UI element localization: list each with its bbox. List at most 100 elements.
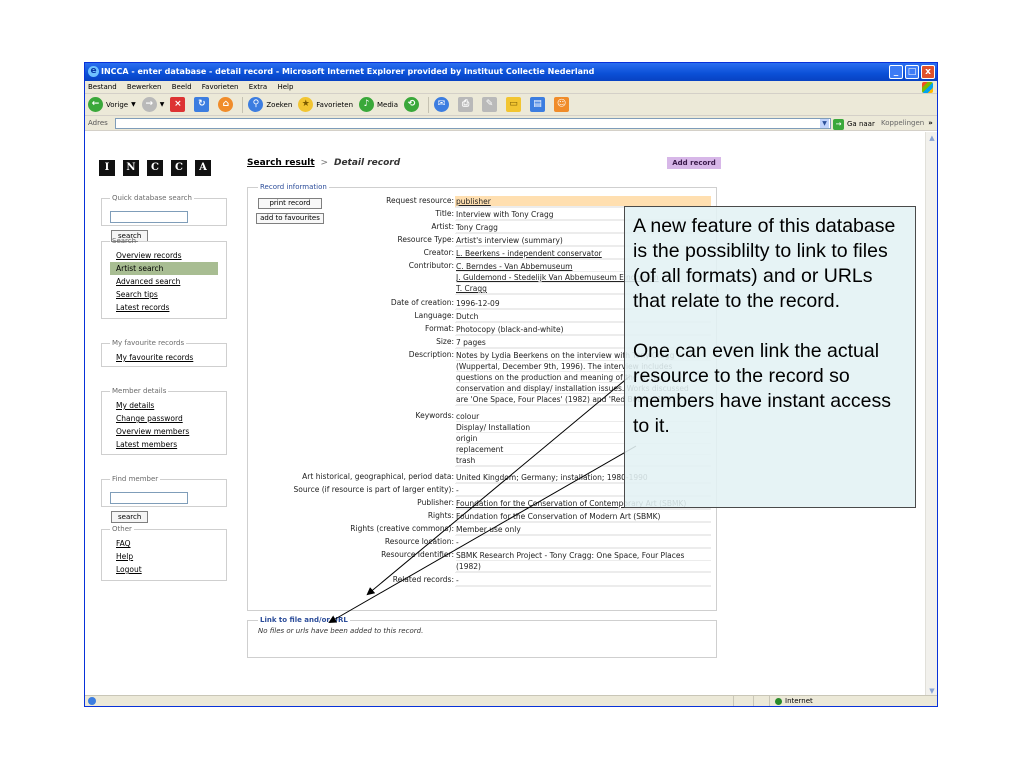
record-field-label: Title: [435,209,454,218]
history-button[interactable]: ⟲ [404,97,422,112]
record-field-label: Rights (creative commons): [350,524,454,533]
other-box: Other FAQ Help Logout [101,525,227,581]
no-files-message: No files or urls have been added to this… [258,627,424,635]
record-field-value: - [455,537,711,549]
discuss-icon: ▤ [530,97,546,112]
links-button[interactable]: Koppelingen» [881,116,933,131]
incca-logo: I N C C A [99,160,211,176]
record-field-value: Foundation for the Conservation of Moder… [455,511,711,523]
member-details-box: Member details My details Change passwor… [101,387,227,455]
link-file-url-legend: Link to file and/or URL [258,616,350,624]
ie-icon: e [88,66,99,77]
printer-icon: ⎙ [458,97,474,112]
search-icon: ⚲ [248,97,264,112]
edit-button[interactable]: ✎ [482,97,500,112]
menu-help[interactable]: Help [277,83,293,91]
breadcrumb-separator: > [320,158,329,168]
maximize-button[interactable]: □ [905,65,919,79]
record-field-label: Description: [408,350,454,359]
sidebar-item-overview-records[interactable]: Overview records [110,249,218,262]
logo-letter: A [195,160,211,176]
record-field-label: Rights: [427,511,454,520]
sidebar-item-overview-members[interactable]: Overview members [110,425,218,438]
menu-favorieten[interactable]: Favorieten [202,83,239,91]
sidebar-item-my-favourite-records[interactable]: My favourite records [110,351,218,364]
page-title: Detail record [333,158,401,168]
sidebar-item-change-password[interactable]: Change password [110,412,218,425]
link-file-url-box: Link to file and/or URL No files or urls… [247,616,717,658]
sidebar-item-faq[interactable]: FAQ [110,537,218,550]
sidebar-item-my-details[interactable]: My details [110,399,218,412]
record-field-label: Keywords: [415,411,454,420]
forward-button[interactable]: → ▼ [141,97,165,112]
minimize-button[interactable]: _ [889,65,903,79]
breadcrumb-search-result[interactable]: Search result [247,158,315,168]
stop-button[interactable]: × [170,97,188,112]
find-member-input[interactable] [110,491,188,504]
record-value-line: Member use only [456,524,711,535]
callout-paragraph: One can even link the actual resource to… [633,340,891,437]
security-zone: Internet [773,696,813,706]
other-list: FAQ Help Logout [110,537,218,576]
find-member-button[interactable]: search [111,510,149,523]
favorites-button[interactable]: ★ Favorieten [298,97,353,112]
status-separator [753,696,754,706]
sidebar-item-logout[interactable]: Logout [110,563,218,576]
record-field-label: Resource location: [384,537,454,546]
address-input[interactable] [115,118,831,129]
member-details-legend: Member details [112,387,167,395]
sidebar-item-latest-records[interactable]: Latest records [110,301,218,314]
vertical-scrollbar[interactable]: ▲ ▼ [925,132,937,697]
quick-search-box: Quick database search search [101,194,227,242]
annotation-callout: A new feature of this database is the po… [624,206,916,508]
search-nav-list: Overview records Artist search Advanced se… [110,249,218,314]
folder-button[interactable]: ▭ [506,97,524,112]
back-button[interactable]: ← Vorige ▼ [88,97,136,112]
sidebar-item-search-tips[interactable]: Search tips [110,288,218,301]
record-field-value: SBMK Research Project - Tony Cragg: One … [455,550,711,573]
menu-extra[interactable]: Extra [249,83,267,91]
record-field-label: Request resource: [386,196,454,205]
status-bar: Internet [85,695,937,706]
status-separator [769,696,770,706]
sidebar-item-artist-search[interactable]: Artist search [110,262,218,275]
add-to-favourites-button[interactable]: add to favourites [256,213,324,224]
record-field-label: Format: [425,324,454,333]
back-arrow-icon: ← [88,97,103,112]
windows-logo-icon [922,82,933,93]
menu-bestand[interactable]: Bestand [88,83,117,91]
print-record-button[interactable]: print record [258,198,322,209]
forward-dropdown-icon[interactable]: ▼ [160,101,165,108]
menu-bewerken[interactable]: Bewerken [127,83,162,91]
stop-icon: × [170,97,186,112]
mail-button[interactable]: ✉ [434,97,452,112]
close-button[interactable]: x [921,65,935,79]
messenger-button[interactable]: ☺ [554,97,572,112]
menu-beeld[interactable]: Beeld [172,83,192,91]
record-value-line: - [456,537,711,548]
print-button[interactable]: ⎙ [458,97,476,112]
toolbar: ← Vorige ▼ → ▼ × ↻ ⌂ ⚲ Zoeken ★ Favoriet… [85,94,937,116]
sidebar-item-help[interactable]: Help [110,550,218,563]
refresh-button[interactable]: ↻ [194,97,212,112]
media-button[interactable]: ♪ Media [359,97,398,112]
find-member-box: Find member search [101,475,227,523]
address-label: Adres [88,119,108,127]
search-label: Zoeken [266,100,293,109]
search-button[interactable]: ⚲ Zoeken [248,97,292,112]
home-button[interactable]: ⌂ [218,97,236,112]
window-title: INCCA - enter database - detail record -… [101,67,595,76]
record-field-label: Artist: [431,222,454,231]
add-record-button[interactable]: Add record [667,157,721,169]
callout-paragraph: A new feature of this database is the po… [633,215,896,312]
sidebar-item-advanced-search[interactable]: Advanced search [110,275,218,288]
scroll-up-icon[interactable]: ▲ [927,133,937,143]
discuss-button[interactable]: ▤ [530,97,548,112]
sidebar-item-latest-members[interactable]: Latest members [110,438,218,451]
mail-icon: ✉ [434,97,450,112]
address-dropdown-icon[interactable]: ▼ [820,119,829,128]
go-button[interactable]: → Ga naar [833,117,875,132]
back-dropdown-icon[interactable]: ▼ [131,101,136,108]
quick-search-input[interactable] [110,210,188,223]
edit-icon: ✎ [482,97,498,112]
